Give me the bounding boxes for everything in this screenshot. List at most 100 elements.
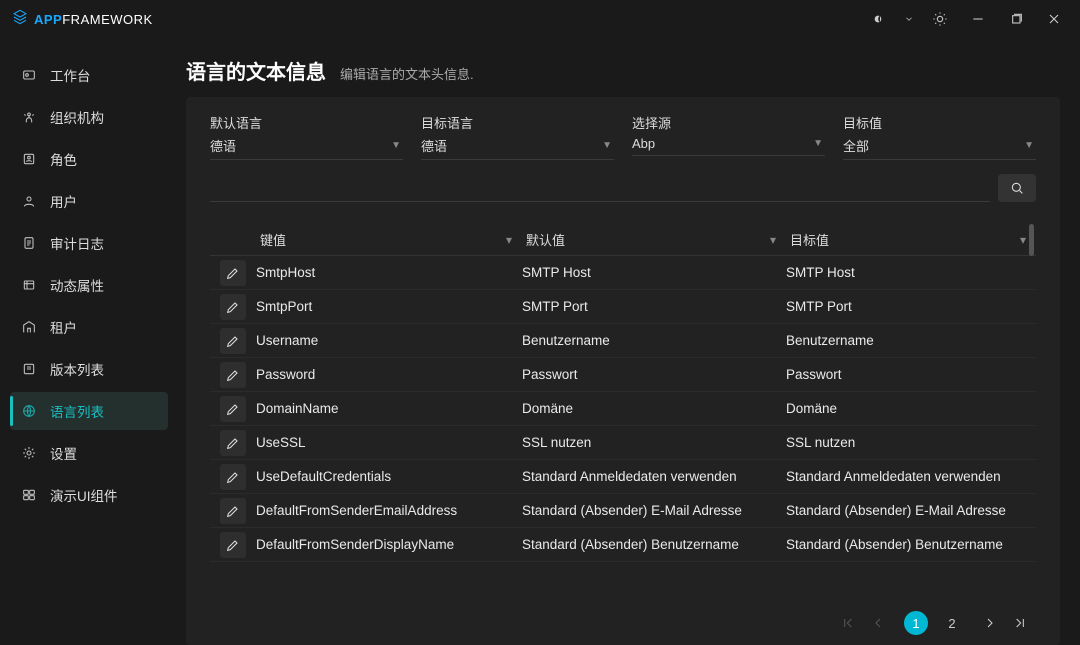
audit-icon [20, 234, 38, 252]
source-select[interactable]: Abp▼ [632, 134, 825, 156]
filter-source: 选择源 Abp▼ [632, 113, 825, 160]
cell-target: Benutzername [786, 333, 1036, 348]
target-value-select[interactable]: 全部▼ [843, 134, 1036, 160]
version-icon [20, 360, 38, 378]
filter-icon[interactable]: ▾ [770, 233, 776, 247]
filter-label: 选择源 [632, 113, 825, 132]
chevron-down-icon: ▼ [1024, 140, 1034, 151]
table-row: PasswordPasswortPasswort [210, 358, 1036, 392]
sidebar-item-4[interactable]: 审计日志 [10, 224, 168, 262]
pencil-icon [225, 401, 241, 417]
table-row: DefaultFromSenderDisplayNameStandard (Ab… [210, 528, 1036, 562]
sidebar-item-label: 角色 [50, 149, 77, 169]
page-next-button[interactable] [978, 611, 1002, 635]
cell-target: Domäne [786, 401, 1036, 416]
page-number-2[interactable]: 2 [940, 611, 964, 635]
search-row [210, 174, 1036, 202]
column-header-target[interactable]: 目标值 ▾ [786, 230, 1036, 249]
sidebar-item-label: 动态属性 [50, 275, 104, 295]
pencil-icon [225, 299, 241, 315]
cell-default: SMTP Host [522, 265, 786, 280]
cell-default: SSL nutzen [522, 435, 786, 450]
page-last-button[interactable] [1008, 611, 1032, 635]
edit-button[interactable] [220, 396, 246, 422]
sidebar-item-9[interactable]: 设置 [10, 434, 168, 472]
cell-default: Passwort [522, 367, 786, 382]
sidebar-item-0[interactable]: 工作台 [10, 56, 168, 94]
role-icon [20, 150, 38, 168]
sidebar-item-2[interactable]: 角色 [10, 140, 168, 178]
cell-target: SMTP Host [786, 265, 1036, 280]
edit-button[interactable] [220, 294, 246, 320]
pencil-icon [225, 435, 241, 451]
cell-key: UseDefaultCredentials [256, 469, 522, 484]
sidebar-item-label: 工作台 [50, 65, 91, 85]
sidebar-item-label: 组织机构 [50, 107, 104, 127]
page-prev-button[interactable] [866, 611, 890, 635]
close-button[interactable] [1040, 5, 1068, 33]
filter-label: 目标值 [843, 113, 1036, 132]
settings-icon [20, 444, 38, 462]
target-language-select[interactable]: 德语▼ [421, 134, 614, 160]
cell-target: SMTP Port [786, 299, 1036, 314]
edit-button[interactable] [220, 362, 246, 388]
theme-menu-button[interactable] [864, 5, 892, 33]
sidebar-item-label: 版本列表 [50, 359, 104, 379]
cell-default: Standard Anmeldedaten verwenden [522, 469, 786, 484]
edit-button[interactable] [220, 464, 246, 490]
cell-key: DefaultFromSenderEmailAddress [256, 503, 522, 518]
sidebar-item-7[interactable]: 版本列表 [10, 350, 168, 388]
column-header-key[interactable]: 键值 ▾ [256, 230, 522, 249]
sidebar-item-1[interactable]: 组织机构 [10, 98, 168, 136]
page-first-button[interactable] [836, 611, 860, 635]
scrollbar[interactable] [1028, 224, 1036, 599]
cell-default: Standard (Absender) E-Mail Adresse [522, 503, 786, 518]
brand-text: APPFRAMEWORK [34, 12, 153, 27]
sidebar-item-6[interactable]: 租户 [10, 308, 168, 346]
filter-icon[interactable]: ▾ [506, 233, 512, 247]
pencil-icon [225, 503, 241, 519]
sidebar-item-8[interactable]: 语言列表 [10, 392, 168, 430]
edit-button[interactable] [220, 430, 246, 456]
search-button[interactable] [998, 174, 1036, 202]
default-language-select[interactable]: 德语▼ [210, 134, 403, 160]
sidebar-item-label: 演示UI组件 [50, 485, 118, 505]
maximize-button[interactable] [1002, 5, 1030, 33]
page-header: 语言的文本信息 编辑语言的文本头信息. [186, 56, 1060, 85]
pencil-icon [225, 333, 241, 349]
search-icon [1009, 180, 1025, 196]
column-header-default[interactable]: 默认值 ▾ [522, 230, 786, 249]
table: 键值 ▾ 默认值 ▾ 目标值 ▾ SmtpHostSMTP HostSMTP H… [210, 224, 1036, 599]
light-mode-button[interactable] [926, 5, 954, 33]
sidebar-item-10[interactable]: 演示UI组件 [10, 476, 168, 514]
table-body: SmtpHostSMTP HostSMTP HostSmtpPortSMTP P… [210, 256, 1036, 562]
pencil-icon [225, 367, 241, 383]
sidebar-item-label: 语言列表 [50, 401, 104, 421]
sidebar-item-label: 用户 [50, 191, 77, 211]
chevron-down-icon: ▼ [391, 140, 401, 151]
cell-key: Username [256, 333, 522, 348]
filter-icon[interactable]: ▾ [1020, 233, 1026, 247]
page-number-1[interactable]: 1 [904, 611, 928, 635]
edit-button[interactable] [220, 328, 246, 354]
sidebar: 工作台组织机构角色用户审计日志动态属性租户版本列表语言列表设置演示UI组件 [0, 38, 178, 645]
cell-key: SmtpPort [256, 299, 522, 314]
sidebar-item-5[interactable]: 动态属性 [10, 266, 168, 304]
edit-button[interactable] [220, 498, 246, 524]
pagination: 12 [210, 599, 1036, 635]
theme-dropdown-icon[interactable] [902, 5, 916, 33]
edit-button[interactable] [220, 260, 246, 286]
scrollbar-thumb[interactable] [1029, 224, 1034, 256]
cell-target: Standard (Absender) Benutzername [786, 537, 1036, 552]
cell-target: Standard (Absender) E-Mail Adresse [786, 503, 1036, 518]
cell-target: Passwort [786, 367, 1036, 382]
filter-card: 默认语言 德语▼ 目标语言 德语▼ 选择源 Abp▼ [186, 97, 1060, 645]
sidebar-item-3[interactable]: 用户 [10, 182, 168, 220]
page-title: 语言的文本信息 [186, 56, 326, 85]
search-input[interactable] [210, 174, 990, 202]
edit-button[interactable] [220, 532, 246, 558]
brand-logo-icon [12, 9, 28, 30]
minimize-button[interactable] [964, 5, 992, 33]
table-row: SmtpPortSMTP PortSMTP Port [210, 290, 1036, 324]
pencil-icon [225, 469, 241, 485]
